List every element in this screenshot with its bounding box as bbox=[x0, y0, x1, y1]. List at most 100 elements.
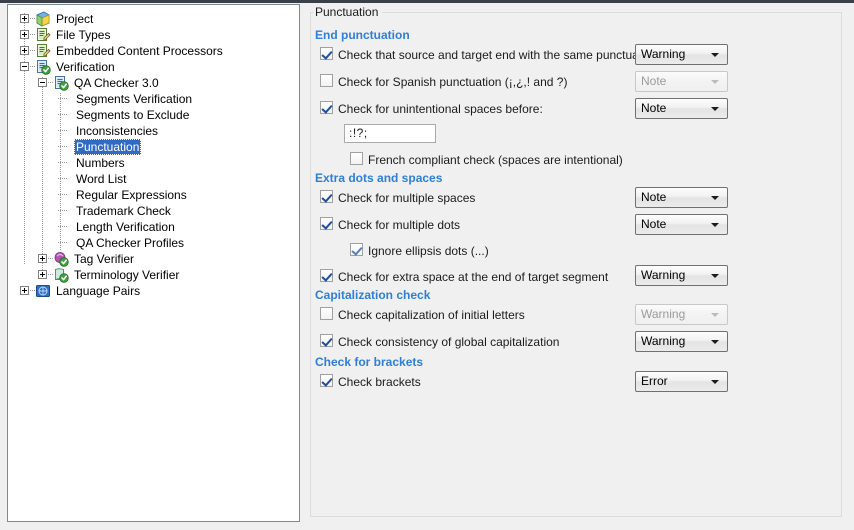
tree-item-label: Project bbox=[56, 12, 94, 26]
chevron-down-icon bbox=[711, 80, 719, 84]
tree-item-label: Verification bbox=[56, 60, 115, 74]
severity-initial-letters-value: Warning bbox=[641, 307, 686, 321]
chevron-down-icon bbox=[711, 274, 719, 278]
tree-item-inconsistencies[interactable]: Inconsistencies bbox=[8, 123, 299, 139]
severity-same-punctuation[interactable]: Warning bbox=[635, 44, 728, 65]
section-capitalization: Capitalization check bbox=[315, 288, 431, 302]
section-extra-dots-spaces: Extra dots and spaces bbox=[315, 171, 443, 185]
tree-item-label: Tag Verifier bbox=[74, 252, 135, 266]
tree-item-regular-expressions[interactable]: Regular Expressions bbox=[8, 187, 299, 203]
checkbox-ignore-ellipsis[interactable] bbox=[350, 243, 363, 256]
language-pairs-icon bbox=[35, 283, 51, 299]
project-icon bbox=[35, 11, 51, 27]
severity-check-brackets[interactable]: Error bbox=[635, 371, 728, 392]
tree-item-project[interactable]: Project bbox=[8, 11, 299, 27]
tree-item-qa-checker-3-0[interactable]: QA Checker 3.0 bbox=[8, 75, 299, 91]
tree-item-file-types[interactable]: File Types bbox=[8, 27, 299, 43]
tree-item-punctuation[interactable]: Punctuation bbox=[8, 139, 299, 155]
severity-unintentional-spaces[interactable]: Note bbox=[635, 98, 728, 119]
verification-icon bbox=[35, 59, 51, 75]
checkbox-same-punctuation[interactable] bbox=[320, 47, 333, 60]
section-end-punctuation: End punctuation bbox=[315, 28, 410, 42]
tree-item-label: Punctuation bbox=[74, 139, 142, 155]
qa-checker-icon bbox=[53, 75, 69, 91]
tree-item-label: QA Checker Profiles bbox=[76, 236, 185, 250]
option-french-compliant[interactable]: French compliant check (spaces are inten… bbox=[350, 152, 623, 168]
tree-expander-minus-icon[interactable] bbox=[20, 62, 29, 71]
checkbox-unintentional-spaces[interactable] bbox=[320, 101, 333, 114]
tree-item-word-list[interactable]: Word List bbox=[8, 171, 299, 187]
tree-item-label: Numbers bbox=[76, 156, 125, 170]
severity-multiple-spaces[interactable]: Note bbox=[635, 187, 728, 208]
option-same-punctuation[interactable]: Check that source and target end with th… bbox=[320, 47, 658, 63]
tree-item-label: Embedded Content Processors bbox=[56, 44, 223, 58]
severity-extra-space-end[interactable]: Warning bbox=[635, 265, 728, 286]
checkbox-spanish-punctuation[interactable] bbox=[320, 74, 333, 87]
tree-item-qa-checker-profiles[interactable]: QA Checker Profiles bbox=[8, 235, 299, 251]
tree-item-label: Word List bbox=[76, 172, 127, 186]
label-extra-space-end: Check for extra space at the end of targ… bbox=[338, 269, 609, 284]
label-ignore-ellipsis: Ignore ellipsis dots (...) bbox=[368, 243, 489, 258]
severity-extra-space-end-value: Warning bbox=[641, 268, 686, 282]
tree-expander-plus-icon[interactable] bbox=[38, 254, 47, 263]
tree-expander-plus-icon[interactable] bbox=[20, 286, 29, 295]
option-global-capitalization[interactable]: Check consistency of global capitalizati… bbox=[320, 334, 559, 350]
checkbox-multiple-dots[interactable] bbox=[320, 217, 333, 230]
severity-check-brackets-value: Error bbox=[641, 374, 668, 388]
severity-initial-letters: Warning bbox=[635, 304, 728, 325]
tree-item-embedded-content-processors[interactable]: Embedded Content Processors bbox=[8, 43, 299, 59]
tree-item-label: Terminology Verifier bbox=[74, 268, 180, 282]
tree-item-label: Length Verification bbox=[76, 220, 175, 234]
severity-multiple-dots[interactable]: Note bbox=[635, 214, 728, 235]
tree-item-label: QA Checker 3.0 bbox=[74, 76, 159, 90]
option-initial-letters[interactable]: Check capitalization of initial letters bbox=[320, 307, 525, 323]
tree-expander-plus-icon[interactable] bbox=[20, 14, 29, 23]
severity-multiple-spaces-value: Note bbox=[641, 190, 667, 204]
severity-global-capitalization-value: Warning bbox=[641, 334, 686, 348]
option-unintentional-spaces[interactable]: Check for unintentional spaces before: bbox=[320, 101, 543, 117]
label-same-punctuation: Check that source and target end with th… bbox=[338, 47, 659, 62]
chevron-down-icon bbox=[711, 107, 719, 111]
chevron-down-icon bbox=[711, 340, 719, 344]
tree-item-segments-verification[interactable]: Segments Verification bbox=[8, 91, 299, 107]
tree-inner: Project File Types Embedded Content Proces… bbox=[8, 5, 299, 298]
tree-item-label: Segments Verification bbox=[76, 92, 193, 106]
options-navigation-tree[interactable]: Project File Types Embedded Content Proces… bbox=[7, 4, 300, 522]
option-ignore-ellipsis[interactable]: Ignore ellipsis dots (...) bbox=[350, 243, 489, 259]
option-spanish-punctuation[interactable]: Check for Spanish punctuation (¡,¿,! and… bbox=[320, 74, 567, 90]
chevron-down-icon bbox=[711, 223, 719, 227]
tree-item-numbers[interactable]: Numbers bbox=[8, 155, 299, 171]
tree-expander-plus-icon[interactable] bbox=[20, 46, 29, 55]
tree-item-label: Trademark Check bbox=[76, 204, 171, 218]
tree-item-segments-to-exclude[interactable]: Segments to Exclude bbox=[8, 107, 299, 123]
checkbox-multiple-spaces[interactable] bbox=[320, 190, 333, 203]
checkbox-french-compliant[interactable] bbox=[350, 152, 363, 165]
spaces-characters-input[interactable]: :!?; bbox=[344, 124, 436, 143]
tree-item-label: Inconsistencies bbox=[76, 124, 159, 138]
section-brackets: Check for brackets bbox=[315, 355, 424, 369]
tree-expander-minus-icon[interactable] bbox=[38, 78, 47, 87]
severity-global-capitalization[interactable]: Warning bbox=[635, 331, 728, 352]
chevron-down-icon bbox=[711, 53, 719, 57]
option-multiple-spaces[interactable]: Check for multiple spaces bbox=[320, 190, 475, 206]
tag-verifier-icon bbox=[53, 251, 69, 267]
tree-item-verification[interactable]: Verification bbox=[8, 59, 299, 75]
tree-item-trademark-check[interactable]: Trademark Check bbox=[8, 203, 299, 219]
label-global-capitalization: Check consistency of global capitalizati… bbox=[338, 334, 560, 349]
tree-item-length-verification[interactable]: Length Verification bbox=[8, 219, 299, 235]
severity-unintentional-spaces-value: Note bbox=[641, 101, 667, 115]
checkbox-check-brackets[interactable] bbox=[320, 374, 333, 387]
tree-expander-plus-icon[interactable] bbox=[38, 270, 47, 279]
checkbox-global-capitalization[interactable] bbox=[320, 334, 333, 347]
option-extra-space-end[interactable]: Check for extra space at the end of targ… bbox=[320, 269, 608, 285]
checkbox-initial-letters[interactable] bbox=[320, 307, 333, 320]
file-types-icon bbox=[35, 27, 51, 43]
option-multiple-dots[interactable]: Check for multiple dots bbox=[320, 217, 460, 233]
tree-expander-plus-icon[interactable] bbox=[20, 30, 29, 39]
label-multiple-spaces: Check for multiple spaces bbox=[338, 190, 476, 205]
checkbox-extra-space-end[interactable] bbox=[320, 269, 333, 282]
tree-item-language-pairs[interactable]: Language Pairs bbox=[8, 283, 299, 299]
option-check-brackets[interactable]: Check brackets bbox=[320, 374, 421, 390]
tree-item-terminology-verifier[interactable]: Terminology Verifier bbox=[8, 267, 299, 283]
tree-item-tag-verifier[interactable]: Tag Verifier bbox=[8, 251, 299, 267]
